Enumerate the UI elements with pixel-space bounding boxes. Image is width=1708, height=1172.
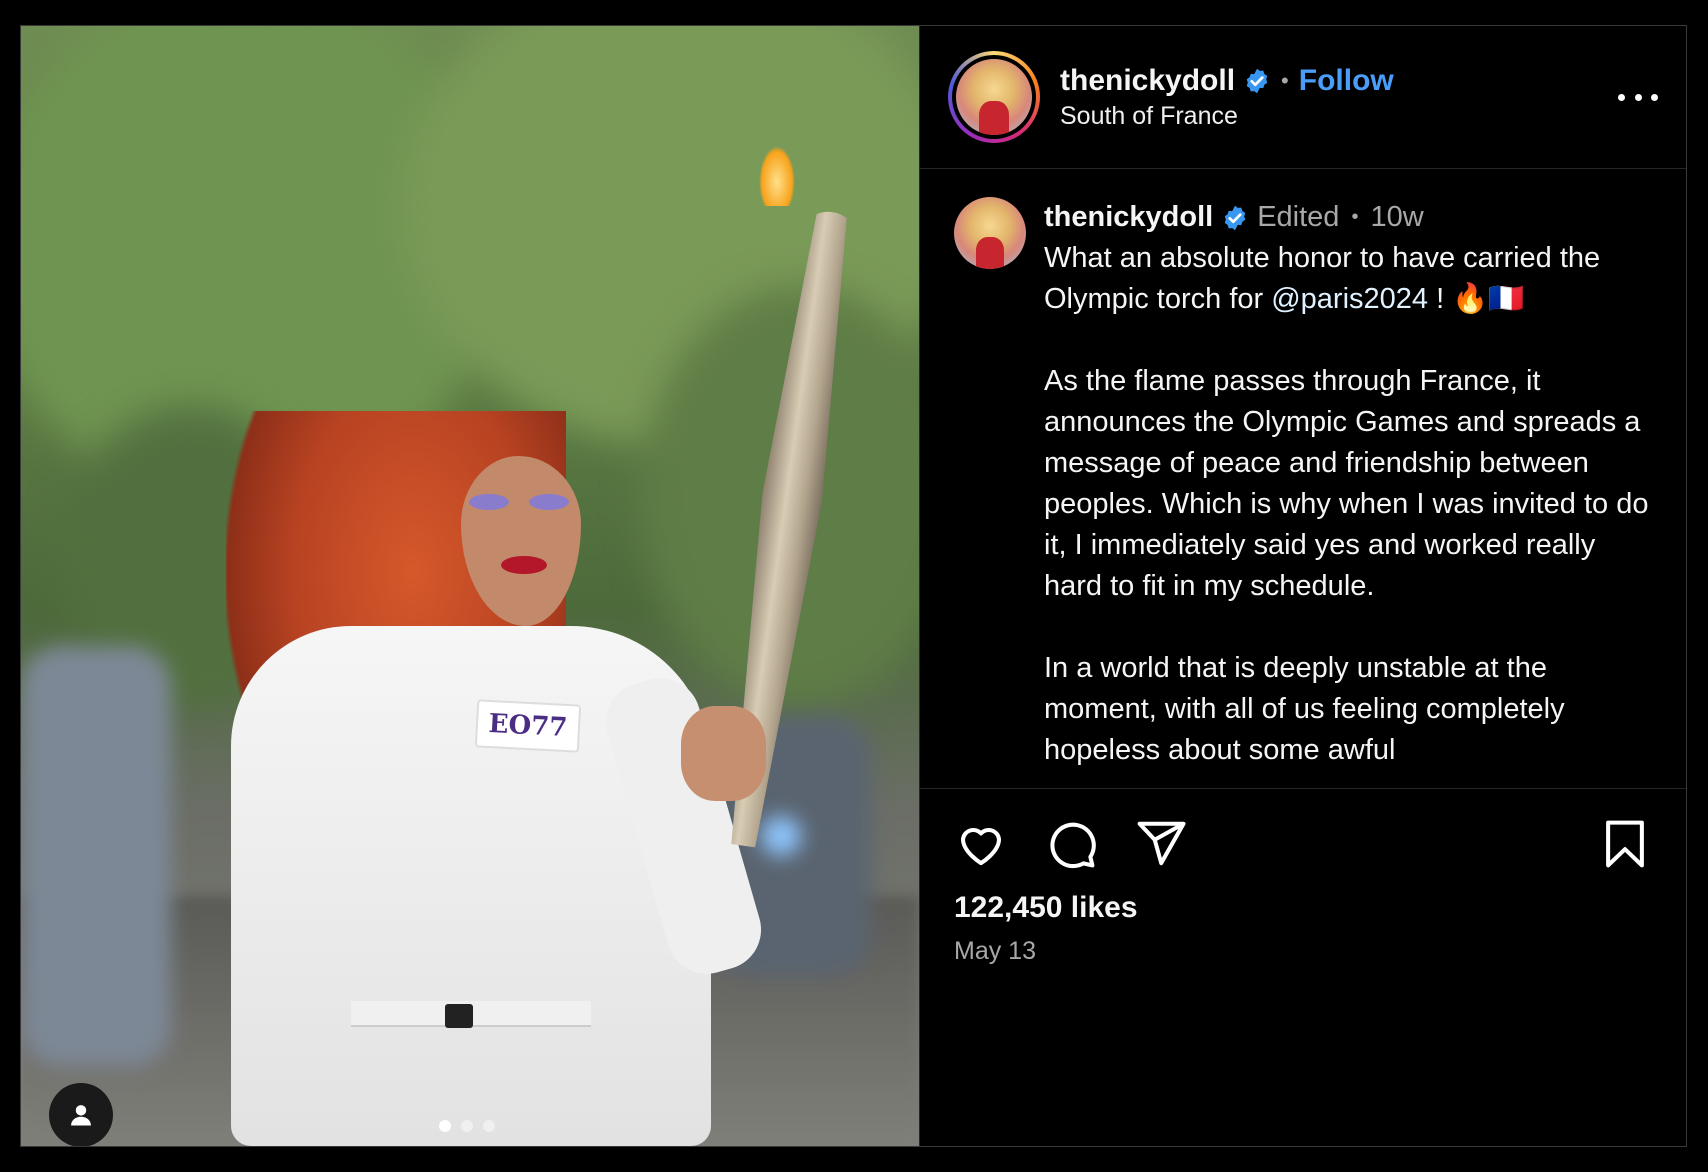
post-header: thenickydoll • Follow South of France	[920, 26, 1686, 169]
bookmark-icon[interactable]	[1598, 817, 1652, 871]
like-count[interactable]: 122,450 likes	[920, 871, 1686, 925]
separator-dot: •	[1351, 206, 1359, 228]
caption-author-avatar[interactable]	[954, 197, 1026, 269]
story-ring[interactable]	[948, 51, 1040, 143]
caption-username[interactable]: thenickydoll	[1044, 197, 1213, 238]
caption-paragraph: In a world that is deeply unstable at th…	[1044, 652, 1565, 766]
post-date[interactable]: May 13	[920, 925, 1686, 966]
edited-label: Edited	[1257, 201, 1340, 233]
caption-paragraph: What an absolute honor to have carried t…	[1044, 238, 1652, 320]
author-username[interactable]: thenickydoll	[1060, 64, 1235, 98]
post-dialog: EO77 thenickydoll • Follow South of Fran…	[20, 25, 1687, 1147]
post-details-panel: thenickydoll • Follow South of France th…	[919, 26, 1686, 1146]
share-icon[interactable]	[1134, 817, 1188, 871]
author-avatar[interactable]	[956, 59, 1032, 135]
carousel-dot	[461, 1120, 473, 1132]
follow-button[interactable]: Follow	[1299, 64, 1394, 98]
more-horizontal-icon	[1618, 93, 1625, 101]
caption-paragraph: As the flame passes through France, it a…	[1044, 365, 1649, 602]
tagged-users-button[interactable]	[49, 1083, 113, 1146]
post-age[interactable]: 10w	[1370, 197, 1423, 238]
mention-link[interactable]: @paris2024	[1271, 283, 1428, 315]
torch-flame	[759, 146, 795, 206]
action-bar	[920, 789, 1686, 871]
post-media[interactable]: EO77	[21, 26, 919, 1146]
heart-icon[interactable]	[954, 817, 1008, 871]
person-icon	[71, 1105, 91, 1126]
verified-badge-icon	[1224, 205, 1246, 230]
caption-body: thenickydoll Edited • 10w What an absolu…	[1044, 197, 1652, 788]
carousel-dot	[483, 1120, 495, 1132]
caption-text: ! 🔥🇫🇷	[1428, 283, 1525, 315]
bib-badge: EO77	[474, 699, 582, 753]
post-location[interactable]: South of France	[1060, 102, 1394, 131]
comment-icon[interactable]	[1044, 817, 1098, 871]
caption-area: thenickydoll Edited • 10w What an absolu…	[920, 169, 1686, 789]
separator-dot: •	[1281, 67, 1289, 93]
carousel-dot	[439, 1120, 451, 1132]
more-options-button[interactable]	[1618, 85, 1658, 109]
carousel-indicator	[439, 1120, 495, 1132]
verified-badge-icon	[1246, 68, 1268, 93]
